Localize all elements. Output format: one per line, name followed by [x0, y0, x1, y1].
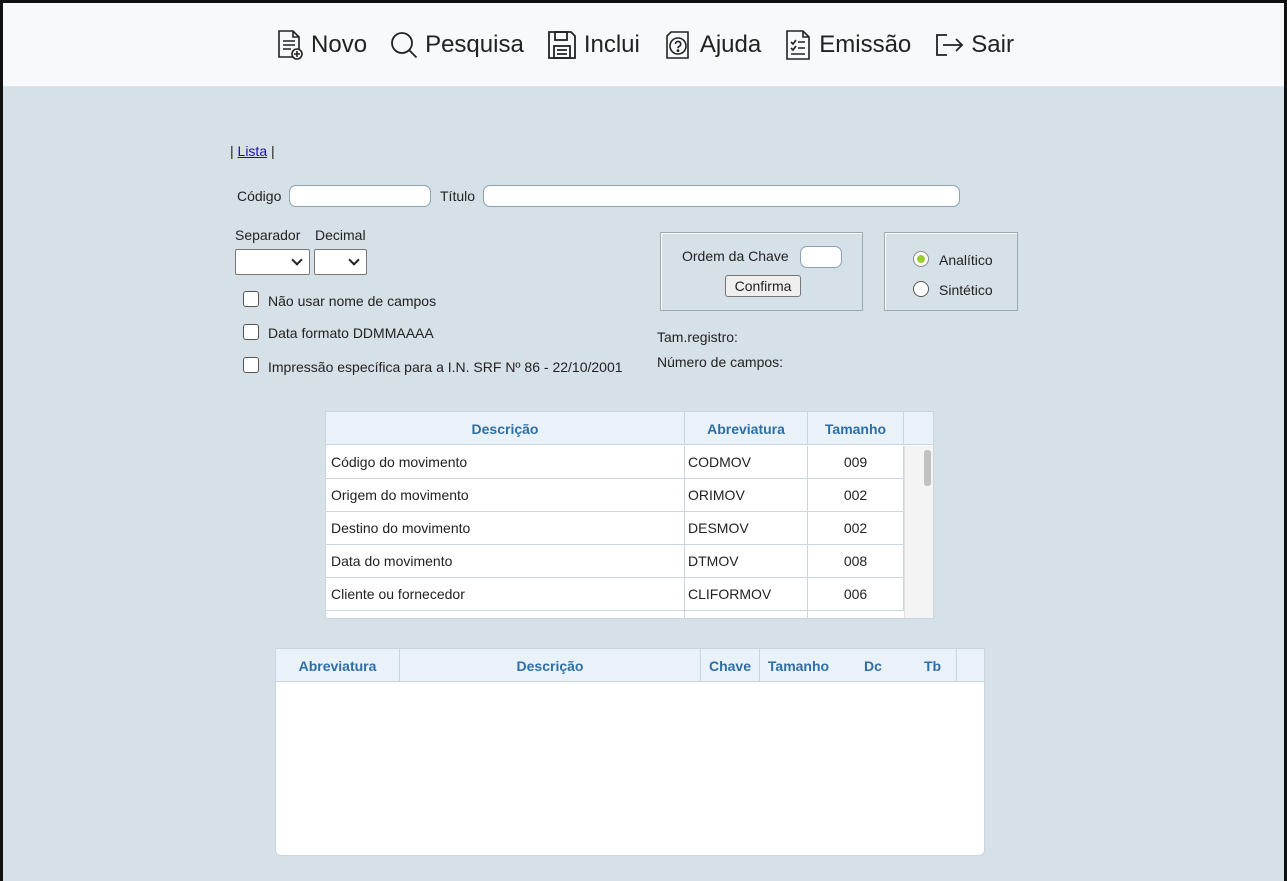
separador-select[interactable]	[235, 249, 310, 275]
header-dc[interactable]: Dc	[837, 649, 909, 682]
header-descricao[interactable]: Descrição	[400, 649, 701, 682]
data-formato-checkbox[interactable]	[243, 324, 259, 340]
novo-label: Novo	[311, 30, 368, 58]
sair-button[interactable]: Sair	[933, 30, 1014, 60]
titulo-label: Título	[440, 188, 476, 204]
report-icon	[783, 29, 813, 61]
chevron-down-icon	[291, 254, 303, 266]
ordem-chave-input[interactable]	[800, 246, 842, 268]
titulo-input[interactable]	[483, 185, 960, 207]
pesquisa-button[interactable]: Pesquisa	[389, 30, 524, 60]
header-abreviatura[interactable]: Abreviatura	[685, 412, 808, 445]
cell-abreviatura: CODMOV	[685, 446, 808, 478]
header-tamanho[interactable]: Tamanho	[760, 649, 837, 682]
inclui-button[interactable]: Inclui	[546, 29, 640, 61]
exit-icon	[933, 30, 965, 60]
cell-tamanho: 006	[808, 578, 904, 610]
chevron-down-icon	[348, 254, 360, 266]
decimal-label: Decimal	[315, 227, 366, 243]
codigo-input[interactable]	[289, 185, 431, 207]
table-row[interactable]: Cliente ou fornecedor CLIFORMOV 006	[326, 578, 904, 611]
help-icon	[662, 29, 694, 61]
sintetico-label: Sintético	[939, 282, 993, 298]
sintetico-radio[interactable]	[913, 281, 929, 297]
sair-label: Sair	[971, 30, 1014, 58]
nav-separator: |	[271, 143, 275, 159]
nav-separator: |	[230, 143, 234, 159]
header-descricao[interactable]: Descrição	[326, 412, 685, 445]
ordem-chave-group: Ordem da Chave Confirma	[660, 232, 863, 311]
cell-abreviatura: ORIMOV	[685, 479, 808, 511]
decimal-select[interactable]	[314, 249, 367, 275]
cell-tamanho: 009	[808, 446, 904, 478]
selected-table-header: Abreviatura Descrição Chave Tamanho Dc T…	[276, 649, 984, 682]
ajuda-label: Ajuda	[699, 30, 762, 58]
data-formato-label: Data formato DDMMAAAA	[268, 325, 434, 341]
impressao-especifica-checkbox[interactable]	[243, 357, 259, 373]
emissao-label: Emissão	[819, 30, 912, 58]
search-icon	[389, 30, 419, 60]
fields-table: Descrição Abreviatura Tamanho Código do …	[325, 411, 934, 619]
breadcrumb: | Lista |	[230, 143, 275, 159]
cell-abreviatura: DTMOV	[685, 545, 808, 577]
impressao-especifica-label: Impressão específica para a I.N. SRF Nº …	[268, 359, 623, 375]
confirma-button[interactable]: Confirma	[725, 275, 801, 297]
analitico-label: Analítico	[939, 252, 993, 268]
ajuda-button[interactable]: Ajuda	[662, 29, 761, 61]
novo-button[interactable]: Novo	[275, 29, 367, 61]
report-type-group: Analítico Sintético	[884, 232, 1018, 311]
inclui-label: Inclui	[583, 30, 640, 58]
scrollbar-thumb[interactable]	[924, 450, 931, 486]
cell-tamanho: 002	[808, 512, 904, 544]
selected-fields-table: Abreviatura Descrição Chave Tamanho Dc T…	[275, 648, 985, 856]
cell-descricao: Cliente ou fornecedor	[326, 578, 685, 610]
table-row[interactable]: Data do movimento DTMOV 008	[326, 545, 904, 578]
pesquisa-label: Pesquisa	[425, 30, 524, 58]
save-icon	[546, 29, 578, 61]
cell-abreviatura: DESMOV	[685, 512, 808, 544]
cell-tamanho: 002	[808, 479, 904, 511]
nao-usar-nome-checkbox[interactable]	[243, 291, 259, 307]
fields-table-header: Descrição Abreviatura Tamanho	[326, 412, 933, 445]
app-frame: Novo Pesquisa Inclui Ajuda Emissão Sair …	[0, 0, 1287, 881]
toolbar: Novo Pesquisa Inclui Ajuda Emissão Sair	[3, 3, 1284, 87]
emissao-button[interactable]: Emissão	[783, 29, 911, 61]
numero-campos-label: Número de campos:	[657, 354, 784, 370]
cell-descricao: Origem do movimento	[326, 479, 685, 511]
table-row[interactable]: Código do movimento CODMOV 009	[326, 446, 904, 479]
nao-usar-nome-label: Não usar nome de campos	[268, 293, 437, 309]
ordem-chave-label: Ordem da Chave	[682, 248, 789, 264]
header-chave[interactable]: Chave	[701, 649, 760, 682]
header-tamanho[interactable]: Tamanho	[808, 412, 904, 445]
cell-tamanho: 008	[808, 545, 904, 577]
analitico-radio[interactable]	[913, 251, 929, 267]
new-document-icon	[275, 29, 305, 61]
lista-link[interactable]: Lista	[238, 143, 268, 159]
cell-abreviatura: CLIFORMOV	[685, 578, 808, 610]
header-tb[interactable]: Tb	[909, 649, 957, 682]
header-abreviatura[interactable]: Abreviatura	[276, 649, 400, 682]
tam-registro-label: Tam.registro:	[657, 329, 738, 345]
cell-descricao	[326, 611, 685, 618]
cell-descricao: Data do movimento	[326, 545, 685, 577]
codigo-label: Código	[237, 188, 282, 204]
cell-descricao: Destino do movimento	[326, 512, 685, 544]
table-row[interactable]: Destino do movimento DESMOV 002	[326, 512, 904, 545]
cell-descricao: Código do movimento	[326, 446, 685, 478]
separador-label: Separador	[235, 227, 301, 243]
table-row[interactable]: Origem do movimento ORIMOV 002	[326, 479, 904, 512]
fields-table-scrollbar[interactable]	[904, 446, 933, 618]
table-row[interactable]	[326, 611, 904, 618]
cell-abreviatura	[685, 611, 808, 618]
